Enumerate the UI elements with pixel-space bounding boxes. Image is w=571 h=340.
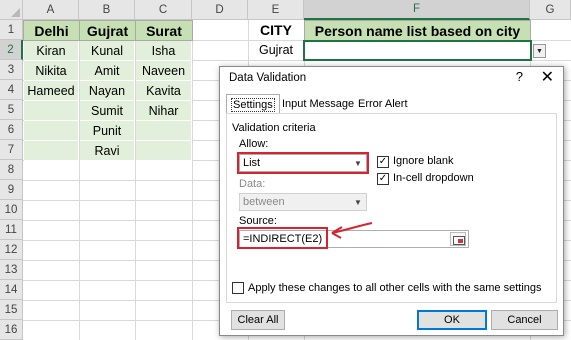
column-header-a[interactable]: A [23, 0, 79, 20]
tab-settings[interactable]: Settings [226, 94, 280, 114]
source-label: Source: [239, 215, 277, 227]
row-header-12[interactable]: 12 [0, 240, 23, 260]
row-header-2[interactable]: 2 [0, 40, 23, 60]
cell-b2[interactable]: Kunal [80, 41, 135, 61]
row-header-14[interactable]: 14 [0, 280, 23, 300]
cell-b3[interactable]: Amit [80, 61, 135, 81]
in-cell-dropdown-label: In-cell dropdown [393, 172, 474, 184]
cell-c6[interactable] [136, 121, 192, 141]
row-header-9[interactable]: 9 [0, 180, 23, 200]
ok-button[interactable]: OK [417, 310, 487, 330]
cell-a7[interactable] [24, 141, 79, 161]
data-select: between ▼ [239, 193, 367, 211]
data-value: between [243, 196, 285, 208]
column-header-b[interactable]: B [79, 0, 135, 20]
ignore-blank-checkbox[interactable]: ✓ [377, 156, 389, 168]
cell-b7[interactable]: Ravi [80, 141, 135, 161]
column-header-c[interactable]: C [135, 0, 192, 20]
cell-a2[interactable]: Kiran [24, 41, 79, 61]
in-cell-dropdown-checkbox[interactable]: ✓ [377, 173, 389, 185]
row-header-15[interactable]: 15 [0, 300, 23, 320]
allow-label: Allow: [239, 138, 269, 150]
highlight-box [237, 152, 369, 174]
cancel-button[interactable]: Cancel [491, 310, 558, 330]
row-header-13[interactable]: 13 [0, 260, 23, 280]
row-header-1[interactable]: 1 [0, 20, 23, 40]
header-cell-delhi[interactable]: Delhi [23, 20, 80, 41]
column-header-f[interactable]: F [304, 0, 530, 20]
row-header-6[interactable]: 6 [0, 120, 23, 140]
cell-c5[interactable]: Nihar [136, 101, 192, 121]
column-header-d[interactable]: D [192, 0, 248, 20]
arrow-icon [331, 222, 373, 239]
clear-all-button[interactable]: Clear All [231, 310, 285, 330]
data-validation-dialog: Data Validation ? ✕ Settings Input Messa… [219, 66, 564, 336]
cell-c2[interactable]: Isha [136, 41, 192, 61]
list-title-cell[interactable]: Person name list based on city [304, 20, 531, 41]
cell-a6[interactable] [24, 121, 79, 141]
cell-a3[interactable]: Nikita [24, 61, 79, 81]
row-header-16[interactable]: 16 [0, 320, 23, 340]
cell-c7[interactable] [136, 141, 192, 161]
cell-b6[interactable]: Punit [80, 121, 135, 141]
city-value-cell[interactable]: Gujrat [248, 40, 304, 60]
row-header-3[interactable]: 3 [0, 60, 23, 80]
highlight-box [237, 227, 328, 249]
city-label-cell[interactable]: CITY [248, 20, 304, 40]
validation-criteria-heading: Validation criteria [232, 122, 316, 134]
row-header-5[interactable]: 5 [0, 100, 23, 120]
header-cell-surat[interactable]: Surat [135, 20, 193, 41]
range-selector-icon[interactable] [450, 232, 466, 246]
cell-c4[interactable]: Kavita [136, 81, 192, 101]
chevron-down-icon[interactable]: ▼ [533, 44, 546, 58]
ignore-blank-label: Ignore blank [393, 155, 454, 167]
close-icon[interactable]: ✕ [541, 67, 554, 87]
cell-b4[interactable]: Nayan [80, 81, 135, 101]
help-icon[interactable]: ? [516, 69, 523, 84]
cell-b5[interactable]: Sumit [80, 101, 135, 121]
tab-error-alert[interactable]: Error Alert [354, 95, 412, 113]
column-header-g[interactable]: G [530, 0, 571, 20]
cell-a4[interactable]: Hameed [24, 81, 79, 101]
dialog-title: Data Validation [229, 72, 307, 84]
selected-cell-f2[interactable]: ▼ [303, 40, 546, 61]
cell-c3[interactable]: Naveen [136, 61, 192, 81]
tab-input-message[interactable]: Input Message [278, 95, 358, 113]
row-header-8[interactable]: 8 [0, 160, 23, 180]
tab-settings-label: Settings [231, 97, 275, 112]
settings-panel: Validation criteria Allow: List ▼ ✓ Igno… [226, 113, 557, 303]
select-all-corner[interactable] [0, 0, 23, 20]
data-label: Data: [239, 178, 266, 190]
cell-a5[interactable] [24, 101, 79, 121]
apply-all-checkbox[interactable] [232, 282, 244, 294]
row-header-10[interactable]: 10 [0, 200, 23, 220]
row-header-7[interactable]: 7 [0, 140, 23, 160]
row-header-11[interactable]: 11 [0, 220, 23, 240]
apply-all-label: Apply these changes to all other cells w… [248, 282, 542, 294]
row-header-4[interactable]: 4 [0, 80, 23, 100]
header-cell-gujrat[interactable]: Gujrat [79, 20, 136, 41]
column-header-e[interactable]: E [248, 0, 304, 20]
chevron-down-icon: ▼ [354, 197, 362, 207]
